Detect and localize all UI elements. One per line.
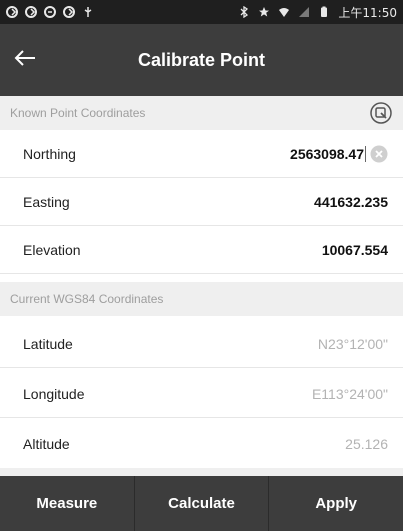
text-cursor bbox=[365, 145, 366, 162]
select-point-button[interactable] bbox=[369, 101, 393, 127]
wgs84-section-header: Current WGS84 Coordinates bbox=[0, 282, 403, 316]
battery-icon bbox=[318, 6, 330, 18]
select-point-icon bbox=[370, 101, 392, 127]
status-time: 上午11:50 bbox=[338, 5, 397, 20]
known-point-section-title: Known Point Coordinates bbox=[10, 106, 146, 120]
easting-label: Easting bbox=[23, 193, 70, 210]
latitude-label: Latitude bbox=[23, 335, 73, 352]
app-bar: Calibrate Point bbox=[0, 24, 403, 96]
latitude-value: N23°12'00" bbox=[317, 335, 388, 352]
page-title: Calibrate Point bbox=[137, 49, 266, 70]
longitude-label: Longitude bbox=[23, 385, 85, 402]
longitude-row: Longitude E113°24'00" bbox=[0, 370, 403, 418]
clear-northing-button[interactable] bbox=[370, 145, 388, 163]
status-left bbox=[6, 6, 94, 18]
altitude-label: Altitude bbox=[23, 436, 70, 452]
easting-row[interactable]: Easting 441632.235 bbox=[0, 178, 403, 226]
altitude-row: Altitude 25.126 bbox=[0, 420, 403, 468]
bottom-action-bar: Measure Calculate Apply bbox=[0, 476, 403, 531]
altitude-value: 25.126 bbox=[345, 436, 388, 452]
clear-icon bbox=[370, 145, 388, 162]
arrow-left-icon bbox=[14, 49, 36, 72]
wgs84-section-title: Current WGS84 Coordinates bbox=[10, 292, 164, 306]
usb-icon bbox=[82, 6, 94, 18]
no-signal-icon bbox=[298, 6, 310, 18]
wifi-icon bbox=[278, 6, 290, 18]
back-button[interactable] bbox=[0, 24, 50, 96]
northing-row[interactable]: Northing 2563098.47 bbox=[0, 130, 403, 178]
easting-input[interactable]: 441632.235 bbox=[314, 194, 388, 210]
latitude-row: Latitude N23°12'00" bbox=[0, 320, 403, 368]
apply-button[interactable]: Apply bbox=[269, 476, 403, 531]
sync-icon bbox=[25, 6, 37, 18]
elevation-row[interactable]: Elevation 10067.554 bbox=[0, 226, 403, 274]
bottom-spacer bbox=[0, 468, 403, 476]
sync-icon bbox=[63, 6, 75, 18]
northing-input[interactable]: 2563098.47 bbox=[290, 146, 364, 162]
calculate-button[interactable]: Calculate bbox=[135, 476, 270, 531]
status-right: 上午11:50 bbox=[238, 4, 397, 21]
elevation-input[interactable]: 10067.554 bbox=[322, 242, 388, 258]
longitude-value: E113°24'00" bbox=[311, 385, 388, 402]
status-bar: 上午11:50 bbox=[0, 0, 403, 24]
known-point-section-header: Known Point Coordinates bbox=[0, 96, 403, 130]
star-icon bbox=[258, 6, 270, 18]
elevation-label: Elevation bbox=[23, 241, 81, 258]
bluetooth-icon bbox=[238, 6, 250, 18]
sync-icon bbox=[6, 6, 18, 18]
sync-icon bbox=[44, 6, 56, 18]
measure-button[interactable]: Measure bbox=[0, 476, 135, 531]
northing-label: Northing bbox=[23, 145, 76, 162]
